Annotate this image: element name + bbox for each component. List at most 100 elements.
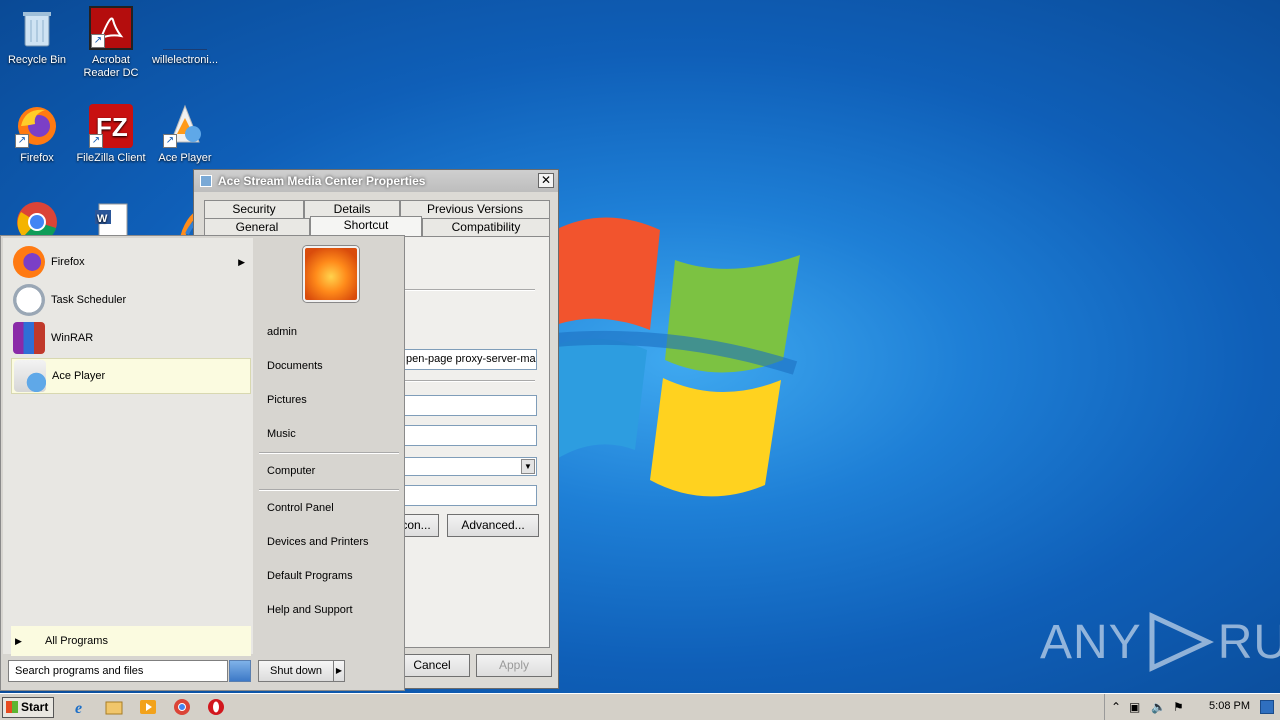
apply-button[interactable]: Apply [476, 654, 552, 677]
start-button[interactable]: Start [2, 697, 54, 718]
start-menu: Firefox ▶ Task Scheduler WinRAR Ace Play… [0, 235, 405, 691]
network-icon[interactable]: ▣ [1129, 700, 1140, 714]
dialog-titlebar[interactable]: Ace Stream Media Center Properties ✕ [194, 170, 558, 192]
taskbar: Start e ⌃ ▣ 🔈 ⚑ 5:08 PM [0, 693, 1280, 720]
shortcut-arrow-icon: ↗ [163, 134, 177, 148]
shortcut-key-field[interactable] [403, 425, 537, 446]
desktop-icon-label: Recycle Bin [7, 54, 67, 66]
chrome-icon[interactable] [172, 698, 192, 716]
cancel-button[interactable]: Cancel [394, 654, 470, 677]
program-label: Ace Player [52, 370, 106, 382]
opera-icon[interactable] [206, 698, 226, 716]
tab-general[interactable]: General [204, 218, 310, 236]
program-label: Firefox [51, 256, 85, 268]
chevron-down-icon[interactable]: ▼ [521, 459, 535, 474]
places-item-computer[interactable]: Computer [267, 465, 315, 477]
triangle-right-icon: ▶ [15, 636, 22, 646]
tab-previous-versions[interactable]: Previous Versions [400, 200, 550, 218]
internet-explorer-icon[interactable]: e [72, 698, 92, 716]
firefox-icon [13, 246, 45, 278]
user-avatar[interactable] [303, 246, 359, 302]
submenu-arrow-icon[interactable]: ▶ [238, 257, 245, 268]
tab-security[interactable]: Security [204, 200, 304, 218]
tab-compatibility[interactable]: Compatibility [422, 218, 550, 236]
shortcut-arrow-icon: ↗ [91, 34, 105, 48]
target-field[interactable]: pen-page proxy-server-main [403, 349, 537, 370]
shutdown-button[interactable]: Shut down [258, 660, 334, 682]
program-label: WinRAR [51, 332, 94, 344]
watermark-text-right: RUN [1217, 615, 1280, 669]
places-item-pictures[interactable]: Pictures [267, 394, 307, 406]
search-input[interactable]: Search programs and files [8, 660, 228, 682]
desktop-icon-filezilla[interactable]: FZ ↗ FileZilla Client [74, 104, 148, 165]
desktop-icon-label: Ace Player [158, 152, 212, 164]
watermark-text-left: ANY [1040, 615, 1142, 669]
dialog-title: Ace Stream Media Center Properties [218, 174, 426, 188]
desktop-icon-ace-player[interactable]: ↗ Ace Player [148, 104, 222, 165]
all-programs-button[interactable]: ▶ All Programs [11, 626, 251, 656]
places-item-user[interactable]: admin [267, 326, 297, 338]
desktop-icon-label: willelectroni... [151, 54, 219, 66]
windows-flag-icon [6, 701, 18, 713]
anyrun-watermark: ANY RUN [1040, 612, 1280, 672]
desktop-icon-recycle-bin[interactable]: Recycle Bin [0, 6, 74, 67]
start-label: Start [21, 700, 49, 714]
places-item-control-panel[interactable]: Control Panel [267, 502, 334, 514]
divider [403, 380, 535, 382]
program-item-firefox[interactable]: Firefox ▶ [11, 244, 251, 280]
system-tray: ⌃ ▣ 🔈 ⚑ 5:08 PM [1104, 694, 1280, 720]
program-item-task-scheduler[interactable]: Task Scheduler [11, 282, 251, 318]
show-hidden-icons-icon[interactable]: ⌃ [1111, 700, 1121, 714]
places-item-documents[interactable]: Documents [267, 360, 323, 372]
advanced-button[interactable]: Advanced... [447, 514, 539, 537]
ace-player-icon: ↗ [163, 104, 207, 148]
shutdown-options-arrow-icon[interactable]: ▶ [333, 660, 345, 682]
places-item-music[interactable]: Music [267, 428, 296, 440]
divider [403, 289, 535, 291]
shortcut-arrow-icon: ↗ [89, 134, 103, 148]
places-item-devices-printers[interactable]: Devices and Printers [267, 536, 369, 548]
clock-icon [13, 284, 45, 316]
places-item-help-support[interactable]: Help and Support [267, 604, 353, 616]
start-in-field[interactable] [403, 395, 537, 416]
media-player-icon[interactable] [138, 698, 158, 716]
all-programs-label: All Programs [45, 635, 108, 647]
file-explorer-icon[interactable] [104, 698, 124, 716]
desktop-icon-label: Firefox [20, 152, 54, 164]
program-item-ace-player[interactable]: Ace Player [11, 358, 251, 394]
run-select[interactable]: ▼ [403, 457, 537, 476]
svg-text:e: e [75, 700, 82, 716]
comment-field[interactable] [403, 485, 537, 506]
volume-icon[interactable]: 🔈 [1151, 700, 1166, 714]
play-logo-icon [1149, 612, 1214, 672]
windows-logo-wallpaper [554, 210, 805, 510]
places-item-default-programs[interactable]: Default Programs [267, 570, 353, 582]
program-item-winrar[interactable]: WinRAR [11, 320, 251, 356]
winrar-icon [13, 322, 45, 354]
program-label: Task Scheduler [51, 294, 127, 306]
filezilla-icon: FZ ↗ [89, 104, 133, 148]
app-icon [200, 175, 212, 187]
desktop-icon-label: Acrobat Reader DC [83, 54, 139, 79]
close-button[interactable]: ✕ [538, 173, 554, 188]
desktop-icon-acrobat[interactable]: ↗ Acrobat Reader DC [74, 6, 148, 80]
show-desktop-button[interactable] [1260, 700, 1274, 714]
tab-shortcut[interactable]: Shortcut [310, 216, 422, 236]
desktop-icon-label: FileZilla Client [76, 152, 146, 164]
ace-player-icon [14, 360, 46, 392]
divider [259, 489, 399, 491]
recycle-bin-icon [15, 6, 59, 50]
action-center-flag-icon[interactable]: ⚑ [1173, 700, 1184, 714]
shortcut-arrow-icon: ↗ [15, 134, 29, 148]
divider [259, 452, 399, 454]
desktop-icon-willelectronics[interactable]: willelectroni... [148, 6, 222, 67]
start-menu-places-pane: admin Documents Pictures Music Computer … [257, 238, 403, 654]
desktop-icon-firefox[interactable]: ↗ Firefox [0, 104, 74, 165]
clock[interactable]: 5:08 PM [1209, 700, 1250, 712]
svg-text:W: W [97, 213, 108, 225]
acrobat-icon: ↗ [89, 6, 133, 50]
search-icon[interactable] [229, 660, 251, 682]
firefox-icon: ↗ [15, 104, 59, 148]
start-menu-programs-pane: Firefox ▶ Task Scheduler WinRAR Ace Play… [3, 238, 253, 656]
document-icon [163, 6, 207, 50]
